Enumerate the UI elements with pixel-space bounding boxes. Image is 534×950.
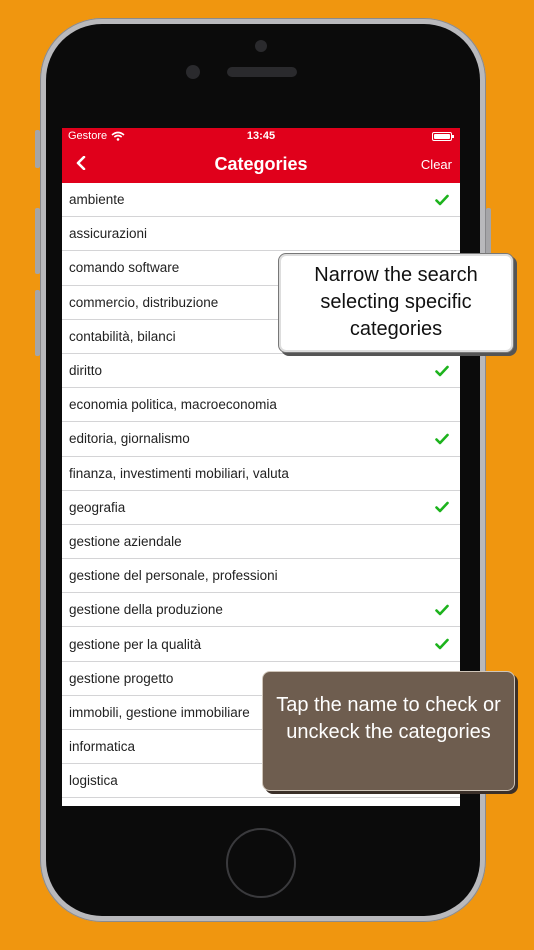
checkmark-icon [434,569,450,583]
front-camera [255,40,267,52]
checkmark-icon [434,398,450,412]
callout-tap-name: Tap the name to check or unckeck the cat… [262,671,515,791]
checkmark-icon [434,637,450,651]
category-label: diritto [69,363,103,379]
checkmark-icon [434,193,450,207]
checkmark-icon [434,500,450,514]
checkmark-icon [434,466,450,480]
navigation-bar: Categories Clear [62,145,460,183]
category-label: comando software [69,260,180,276]
category-row[interactable]: diritto [62,354,460,389]
category-label: geografia [69,499,126,515]
category-label: ambiente [69,192,125,208]
earpiece-speaker [227,67,297,77]
category-row[interactable]: ambiente [62,183,460,218]
page-title: Categories [214,154,308,174]
mute-switch [35,130,40,168]
status-bar: Gestore 13:45 [62,128,460,145]
category-row[interactable]: geografia [62,491,460,525]
volume-up-button [35,208,40,274]
category-row[interactable]: gestione per la qualità [62,627,460,662]
category-row[interactable]: finanza, investimenti mobiliari, valuta [62,457,460,491]
clear-button[interactable]: Clear [421,157,452,172]
callout-narrow-search: Narrow the search selecting specific cat… [278,253,514,353]
category-label: gestione della produzione [69,602,223,618]
category-label: gestione per la qualità [69,636,202,652]
status-time: 13:45 [246,130,276,142]
checkmark-icon [434,534,450,548]
category-row[interactable]: editoria, giornalismo [62,422,460,457]
category-label: assicurazioni [69,226,148,242]
category-row[interactable]: assicurazioni [62,217,460,252]
category-label: editoria, giornalismo [69,431,190,447]
category-label: logistica [69,773,118,789]
checkmark-icon [434,603,450,617]
category-label: contabilità, bilanci [69,328,176,344]
home-button[interactable] [226,828,296,898]
category-row[interactable]: gestione aziendale [62,525,460,560]
battery-icon [432,132,454,141]
category-label: gestione progetto [69,670,174,686]
proximity-sensor [186,65,200,79]
callout-top-text: Narrow the search selecting specific cat… [314,264,478,340]
category-row[interactable]: gestione del personale, professioni [62,559,460,594]
category-label: gestione aziendale [69,533,182,549]
category-label: economia politica, macroeconomia [69,397,277,413]
category-row[interactable]: gestione della produzione [62,593,460,628]
category-label: informatica [69,739,136,755]
checkmark-icon [434,227,450,241]
checkmark-icon [434,364,450,378]
category-row[interactable]: economia politica, macroeconomia [62,388,460,423]
category-label: finanza, investimenti mobiliari, valuta [69,465,289,481]
category-label: gestione del personale, professioni [69,568,278,584]
volume-down-button [35,290,40,356]
category-label: commercio, distribuzione [69,294,219,310]
category-label: immobili, gestione immobiliare [69,704,250,720]
callout-bottom-text: Tap the name to check or unckeck the cat… [276,694,501,743]
checkmark-icon [434,432,450,446]
